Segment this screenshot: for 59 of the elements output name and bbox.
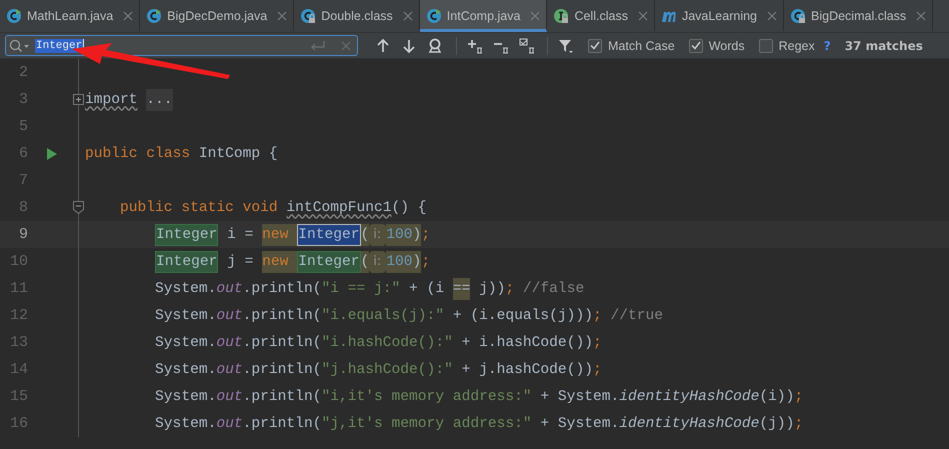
- close-icon[interactable]: [123, 11, 134, 21]
- line-number: 3: [18, 91, 29, 108]
- option-label[interactable]: Words: [708, 38, 745, 52]
- line-number: 2: [18, 64, 29, 81]
- help-link[interactable]: ?: [824, 38, 831, 52]
- filter-icon[interactable]: [558, 38, 574, 54]
- line-number: 14: [8, 361, 29, 378]
- line-number: 7: [18, 172, 29, 189]
- line-number: 13: [8, 334, 29, 351]
- checkbox[interactable]: [688, 38, 703, 52]
- editor-tab[interactable]: IntComp.java: [420, 0, 548, 32]
- match-count: 37 matches: [844, 38, 923, 52]
- code-line: System.out.println("j.hashCode():" + j.hashCode());: [155, 360, 602, 380]
- code-line: import ...: [85, 88, 173, 110]
- code-line: System.out.println("i == j:" + (i == j)); //false: [155, 278, 584, 300]
- option-label[interactable]: Regex: [778, 38, 815, 52]
- find-all-icon[interactable]: [428, 38, 444, 54]
- class-icon: [426, 8, 442, 24]
- line-number: 5: [18, 118, 29, 135]
- enter-icon: [309, 40, 327, 52]
- line-number: 8: [18, 199, 29, 216]
- class-icon: [6, 8, 22, 24]
- search-icon[interactable]: [9, 38, 31, 52]
- line-number: 9: [18, 226, 29, 243]
- checkbox[interactable]: [758, 38, 773, 52]
- line-number: 10: [8, 253, 29, 270]
- code-line: Integer i = new Integer( i: 100);: [155, 224, 430, 246]
- code-line: System.out.println("i,it's memory address:" + System.identityHashCode(i));: [155, 388, 804, 406]
- run-icon[interactable]: [46, 146, 58, 160]
- line-number: 15: [8, 388, 29, 405]
- close-icon[interactable]: [638, 11, 648, 21]
- locked-interface-icon: [553, 8, 570, 24]
- code-line: System.out.println("i.equals(j):" + (i.equals(j))); //true: [155, 306, 664, 326]
- code-line: public class IntComp {: [85, 144, 278, 164]
- class-icon: [146, 8, 162, 24]
- code-line: public static void intCompFunc1() {: [120, 198, 427, 218]
- line-number: 16: [8, 415, 29, 432]
- code-line: Integer j = new Integer( i: 100);: [155, 250, 430, 272]
- locked-class-icon: [300, 8, 316, 24]
- add-occurrence-icon[interactable]: [467, 38, 483, 54]
- line-number: 11: [8, 280, 29, 297]
- option-label[interactable]: Match Case: [608, 38, 675, 52]
- expand-icon[interactable]: [73, 94, 84, 105]
- code-line: System.out.println("j,it's memory address:" + System.identityHashCode(j));: [155, 414, 804, 434]
- check-icon: [690, 41, 701, 50]
- close-icon[interactable]: [402, 11, 413, 21]
- code-line: System.out.println("i.hashCode():" + i.hashCode());: [155, 334, 602, 352]
- locked-class-icon: [790, 8, 806, 24]
- line-number: 6: [18, 145, 29, 162]
- close-icon[interactable]: [277, 11, 288, 21]
- close-icon[interactable]: [767, 11, 778, 21]
- select-all-occurrences-icon[interactable]: [519, 38, 535, 54]
- line-number: 12: [8, 307, 29, 324]
- checkbox[interactable]: [588, 38, 602, 52]
- search-input[interactable]: Integer: [35, 38, 84, 52]
- search-field[interactable]: Integer: [5, 35, 358, 56]
- collapse-icon[interactable]: [73, 201, 84, 214]
- check-icon: [590, 41, 600, 50]
- close-icon[interactable]: [916, 11, 926, 21]
